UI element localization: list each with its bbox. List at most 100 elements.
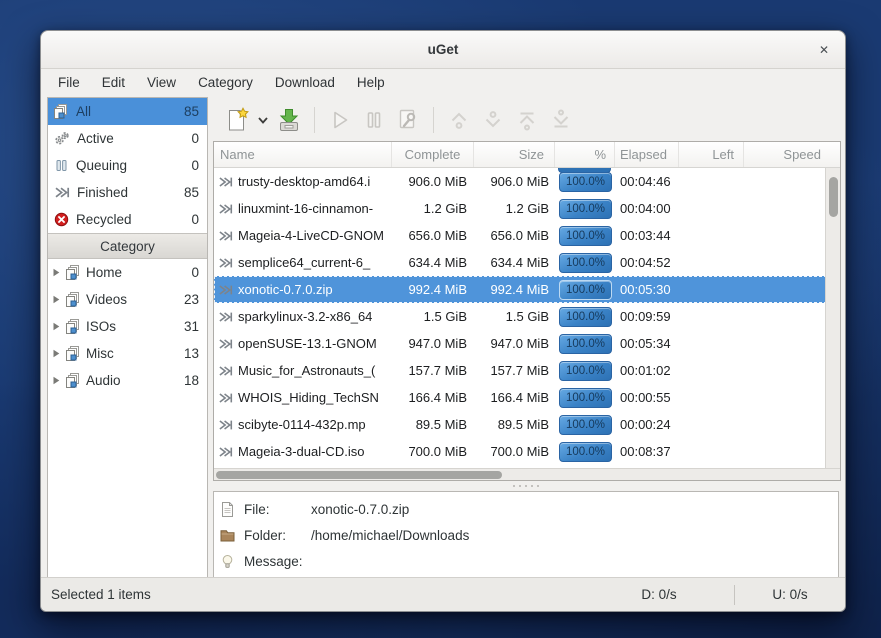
titlebar[interactable]: uGet ✕: [41, 31, 845, 69]
batch-download-button[interactable]: [273, 103, 305, 137]
sidebar-item-count: 0: [191, 131, 199, 146]
sidebar-item-count: 85: [184, 185, 199, 200]
cell-elapsed: 00:09:59: [615, 309, 679, 324]
sidebar-item-all[interactable]: All85: [48, 98, 207, 125]
category-label: Home: [86, 265, 122, 280]
cell-elapsed: 00:05:34: [615, 336, 679, 351]
cell-complete: 166.4 MiB: [392, 390, 474, 405]
table-row[interactable]: sparkylinux-3.2-x86_641.5 GiB1.5 GiB100.…: [214, 303, 827, 330]
category-count: 31: [184, 319, 199, 334]
column-header-percent[interactable]: %: [555, 142, 615, 167]
menu-file[interactable]: File: [47, 70, 91, 97]
properties-icon: [395, 107, 421, 133]
new-download-dropdown-button[interactable]: [255, 103, 271, 137]
sidebar-category-audio[interactable]: Audio18: [48, 367, 207, 394]
vertical-scrollbar-thumb[interactable]: [829, 177, 838, 217]
progress-bar: 100.0%: [559, 388, 612, 408]
cell-name: Music_for_Astronauts_(: [214, 363, 392, 378]
table-row[interactable]: linuxmint-16-cinnamon-1.2 GiB1.2 GiB100.…: [214, 195, 827, 222]
table-row[interactable]: WHOIS_Hiding_TechSN166.4 MiB166.4 MiB100…: [214, 384, 827, 411]
cell-complete: 157.7 MiB: [392, 363, 474, 378]
menu-help[interactable]: Help: [346, 70, 396, 97]
column-header-size[interactable]: Size: [474, 142, 555, 167]
cell-size: 947.0 MiB: [474, 336, 555, 351]
cell-percent: 100.0%: [555, 226, 615, 246]
progress-bar: 100.0%: [559, 415, 612, 435]
cell-size: 656.0 MiB: [474, 228, 555, 243]
progress-bar: 100.0%: [559, 280, 612, 300]
cell-size: 1.5 GiB: [474, 309, 555, 324]
cell-elapsed: 00:00:55: [615, 390, 679, 405]
column-header-speed[interactable]: Speed: [744, 142, 827, 167]
progress-bar: 100.0%: [559, 334, 612, 354]
table-row[interactable]: semplice64_current-6_634.4 MiB634.4 MiB1…: [214, 249, 827, 276]
move-top-icon: [514, 107, 540, 133]
sidebar-item-recycled[interactable]: Recycled0: [48, 206, 207, 233]
sidebar-category-home[interactable]: Home0: [48, 259, 207, 286]
menubar: FileEditViewCategoryDownloadHelp: [43, 70, 396, 97]
menu-category[interactable]: Category: [187, 70, 264, 97]
category-count: 13: [184, 346, 199, 361]
finished-state-icon: [218, 364, 233, 378]
download-name: Music_for_Astronauts_(: [238, 363, 375, 378]
table-row[interactable]: xonotic-0.7.0.zip992.4 MiB992.4 MiB100.0…: [214, 276, 827, 303]
sidebar-category-videos[interactable]: Videos23: [48, 286, 207, 313]
download-name: xonotic-0.7.0.zip: [238, 282, 333, 297]
finished-icon: [54, 185, 70, 200]
sidebar-item-queuing[interactable]: Queuing0: [48, 152, 207, 179]
sidebar-item-active[interactable]: Active0: [48, 125, 207, 152]
cell-size: 89.5 MiB: [474, 417, 555, 432]
vertical-scrollbar[interactable]: [825, 168, 840, 468]
cell-size: 157.7 MiB: [474, 363, 555, 378]
new-download-button[interactable]: [221, 103, 253, 137]
cell-elapsed: 00:00:24: [615, 417, 679, 432]
menu-download[interactable]: Download: [264, 70, 346, 97]
table-row[interactable]: openSUSE-13.1-GNOM947.0 MiB947.0 MiB100.…: [214, 330, 827, 357]
details-row-message: Message:: [220, 548, 838, 574]
finished-state-icon: [218, 445, 233, 459]
table-row[interactable]: Mageia-3-dual-CD.iso700.0 MiB700.0 MiB10…: [214, 438, 827, 465]
selection-status: Selected 1 items: [41, 587, 584, 602]
move-bottom-icon: [548, 107, 574, 133]
table-row[interactable]: Mageia-4-LiveCD-GNOM656.0 MiB656.0 MiB10…: [214, 222, 827, 249]
table-row[interactable]: trusty-desktop-amd64.i906.0 MiB906.0 MiB…: [214, 168, 827, 195]
cell-percent: 100.0%: [555, 442, 615, 462]
cell-name: scibyte-0114-432p.mp: [214, 417, 392, 432]
horizontal-scrollbar[interactable]: [214, 468, 840, 480]
column-header-elapsed[interactable]: Elapsed: [615, 142, 679, 167]
column-header-left[interactable]: Left: [679, 142, 744, 167]
horizontal-scrollbar-thumb[interactable]: [216, 471, 502, 479]
pane-splitter[interactable]: [213, 481, 839, 491]
sidebar-category-misc[interactable]: Misc13: [48, 340, 207, 367]
cell-percent: 100.0%: [555, 334, 615, 354]
details-value: xonotic-0.7.0.zip: [311, 502, 409, 517]
expander-icon: [52, 295, 61, 304]
download-speed-status: D: 0/s: [584, 587, 734, 602]
cell-complete: 656.0 MiB: [392, 228, 474, 243]
sidebar-item-finished[interactable]: Finished85: [48, 179, 207, 206]
sidebar-category-isos[interactable]: ISOs31: [48, 313, 207, 340]
cell-percent: 100.0%: [555, 172, 615, 192]
cell-elapsed: 00:04:00: [615, 201, 679, 216]
menu-view[interactable]: View: [136, 70, 187, 97]
category-header: Category: [48, 233, 207, 259]
cell-name: trusty-desktop-amd64.i: [214, 174, 392, 189]
active-icon: [54, 131, 70, 146]
table-row[interactable]: Music_for_Astronauts_( 157.7 MiB157.7 MiB…: [214, 357, 827, 384]
expander-icon: [52, 322, 61, 331]
table-row[interactable]: scibyte-0114-432p.mp89.5 MiB89.5 MiB100.…: [214, 411, 827, 438]
cell-name: WHOIS_Hiding_TechSN: [214, 390, 392, 405]
finished-state-icon: [218, 418, 233, 432]
column-header-name[interactable]: Name: [214, 142, 392, 167]
cell-size: 634.4 MiB: [474, 255, 555, 270]
close-button[interactable]: ✕: [816, 31, 832, 69]
finished-state-icon: [218, 337, 233, 351]
details-label: File:: [244, 502, 302, 517]
progress-bar: 100.0%: [559, 226, 612, 246]
menu-edit[interactable]: Edit: [91, 70, 136, 97]
column-header-complete[interactable]: Complete: [392, 142, 474, 167]
category-icon: [66, 373, 81, 388]
progress-bar: 100.0%: [559, 361, 612, 381]
folder-icon: [220, 528, 235, 543]
details-label: Folder:: [244, 528, 302, 543]
